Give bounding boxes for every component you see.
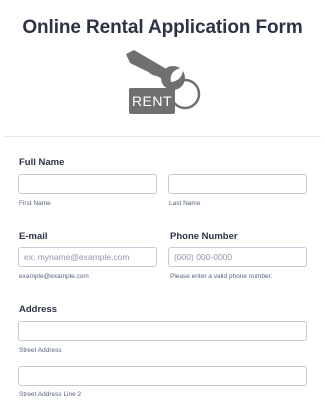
last-name-sublabel: Last Name [169, 200, 201, 207]
street-address-input[interactable] [18, 321, 307, 341]
full-name-label: Full Name [19, 157, 65, 168]
phone-sublabel: Please enter a valid phone number. [170, 273, 273, 280]
header-divider [4, 136, 321, 137]
last-name-input[interactable] [168, 174, 307, 194]
email-sublabel: example@example.com [19, 273, 89, 280]
email-label: E-mail [19, 231, 48, 242]
first-name-input[interactable] [18, 174, 157, 194]
street-address-line2-sublabel: Street Address Line 2 [19, 391, 82, 398]
phone-label: Phone Number [170, 231, 238, 242]
rent-key-logo: RENT [126, 50, 201, 114]
phone-input[interactable] [168, 247, 307, 267]
address-label: Address [19, 304, 58, 315]
street-address-line2-input[interactable] [18, 366, 307, 386]
rent-tag-text: RENT [132, 93, 172, 109]
form-title: Online Rental Application Form [22, 17, 303, 38]
first-name-sublabel: First Name [19, 200, 51, 207]
email-input[interactable] [18, 247, 157, 267]
street-address-sublabel: Street Address [19, 347, 62, 354]
